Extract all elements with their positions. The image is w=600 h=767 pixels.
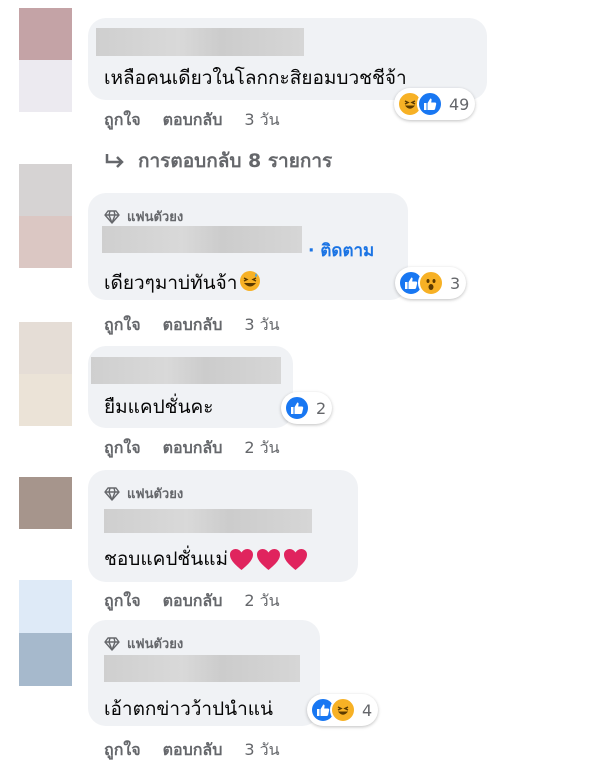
like-button[interactable]: ถูกใจ: [104, 108, 141, 133]
reply-arrow-icon: [105, 154, 124, 168]
comment-text: ยืมแคปชั่นคะ: [104, 396, 214, 418]
heart-icon: [257, 549, 281, 570]
like-button[interactable]: ถูกใจ: [104, 436, 141, 461]
timestamp[interactable]: 2 วัน: [244, 589, 279, 614]
top-fan-badge: แฟนตัวยง: [104, 483, 183, 504]
follow-button[interactable]: · ติดตาม: [308, 237, 374, 264]
comment-actions: ถูกใจ ตอบกลับ 3 วัน: [104, 108, 302, 133]
avatar[interactable]: [19, 580, 72, 686]
comment-text-body: เดียวๆมาบ่ทันจ้า: [104, 272, 238, 294]
sweat-smile-emoji-icon: [239, 270, 261, 297]
reply-button[interactable]: ตอบกลับ: [163, 436, 223, 461]
reaction-count: 4: [362, 700, 373, 720]
avatar[interactable]: [19, 8, 72, 112]
timestamp[interactable]: 3 วัน: [244, 313, 279, 338]
heart-icon: [230, 549, 254, 570]
diamond-icon: [104, 486, 120, 501]
commenter-name-blurred[interactable]: [91, 357, 281, 384]
top-fan-label: แฟนตัวยง: [127, 487, 184, 502]
like-button[interactable]: ถูกใจ: [104, 589, 141, 614]
commenter-name-blurred[interactable]: [104, 655, 300, 682]
reaction-summary[interactable]: 3: [395, 267, 467, 299]
comment-actions: ถูกใจ ตอบกลับ 3 วัน: [104, 738, 302, 763]
avatar[interactable]: [19, 322, 72, 426]
commenter-name-blurred[interactable]: [102, 226, 302, 253]
comment-text: เอ้าตกข่าวว้าปนำแน่: [104, 698, 274, 720]
hearts-emoji-group: [229, 548, 310, 571]
avatar[interactable]: [19, 164, 72, 268]
reply-button[interactable]: ตอบกลับ: [163, 313, 223, 338]
more-replies-label: การตอบกลับ 8 รายการ: [138, 150, 333, 172]
reaction-summary[interactable]: 4: [307, 694, 379, 726]
timestamp[interactable]: 3 วัน: [244, 738, 279, 763]
comment-actions: ถูกใจ ตอบกลับ 2 วัน: [104, 589, 302, 614]
comment-text: เดียวๆมาบ่ทันจ้า: [104, 268, 261, 298]
commenter-name-blurred[interactable]: [96, 28, 304, 56]
top-fan-label: แฟนตัวยง: [127, 637, 184, 652]
timestamp[interactable]: 3 วัน: [244, 108, 279, 133]
diamond-icon: [104, 209, 120, 224]
reaction-count: 2: [316, 398, 327, 418]
like-icon: [284, 395, 310, 421]
top-fan-badge: แฟนตัวยง: [104, 633, 183, 654]
like-icon: [417, 91, 443, 117]
heart-icon: [284, 549, 308, 570]
timestamp[interactable]: 2 วัน: [244, 436, 279, 461]
comment-text-body: ชอบแคปชั่นแม่: [104, 548, 229, 570]
reply-button[interactable]: ตอบกลับ: [163, 108, 223, 133]
like-button[interactable]: ถูกใจ: [104, 313, 141, 338]
top-fan-label: แฟนตัวยง: [127, 210, 184, 225]
top-fan-badge: แฟนตัวยง: [104, 206, 183, 227]
view-more-replies[interactable]: การตอบกลับ 8 รายการ: [104, 146, 332, 176]
wow-icon: [418, 270, 444, 296]
diamond-icon: [104, 636, 120, 651]
comment-text: เหลือคนเดียวในโลกกะสิยอมบวชชีจ้า: [104, 67, 407, 89]
comment-actions: ถูกใจ ตอบกลับ 3 วัน: [104, 313, 302, 338]
comment-text: ชอบแคปชั่นแม่: [104, 544, 310, 574]
like-button[interactable]: ถูกใจ: [104, 738, 141, 763]
haha-icon: [330, 697, 356, 723]
avatar[interactable]: [19, 477, 72, 529]
reply-button[interactable]: ตอบกลับ: [163, 738, 223, 763]
reaction-count: 3: [450, 273, 461, 293]
reaction-summary[interactable]: 49: [394, 88, 476, 120]
commenter-name-blurred[interactable]: [104, 509, 312, 533]
reply-button[interactable]: ตอบกลับ: [163, 589, 223, 614]
reaction-summary[interactable]: 2: [281, 392, 333, 424]
comment-actions: ถูกใจ ตอบกลับ 2 วัน: [104, 436, 302, 461]
reaction-count: 49: [449, 94, 470, 114]
